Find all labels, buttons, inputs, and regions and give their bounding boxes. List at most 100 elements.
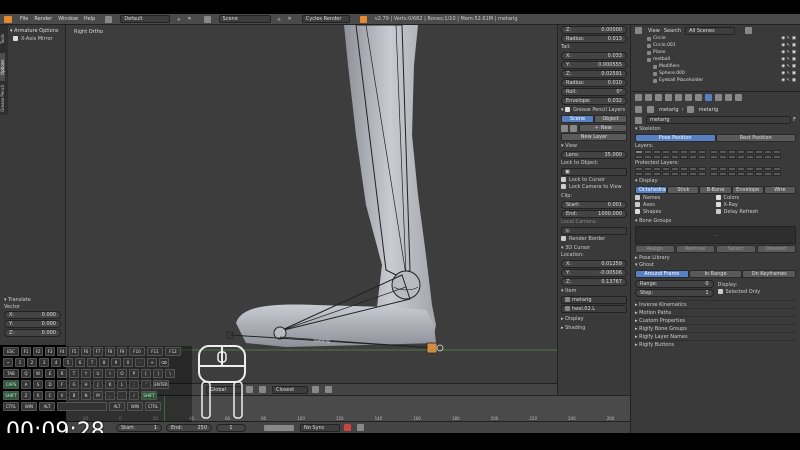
- blender-logo-icon[interactable]: [4, 15, 12, 23]
- translate-y-field[interactable]: Y: 0.000: [4, 320, 61, 328]
- play-controls-icon[interactable]: [264, 424, 294, 431]
- layer-toggle[interactable]: [671, 150, 679, 154]
- axes-checkbox[interactable]: Axes: [635, 202, 716, 209]
- tab-tools[interactable]: Tools: [0, 25, 5, 53]
- layer-toggle[interactable]: [689, 150, 697, 154]
- clip-end-field[interactable]: End: 1000.000: [561, 210, 627, 218]
- layer-toggle[interactable]: [746, 172, 754, 176]
- snap-icon[interactable]: [259, 386, 266, 393]
- ghost-step-field[interactable]: Step: 1: [635, 289, 714, 297]
- layer-toggle[interactable]: [644, 167, 652, 171]
- layer-toggle[interactable]: [719, 150, 727, 154]
- visibility-eye-icon[interactable]: ◉ ↖ ▣: [781, 35, 796, 42]
- layer-toggle[interactable]: [680, 150, 688, 154]
- layer-toggle[interactable]: [737, 167, 745, 171]
- layer-toggle[interactable]: [773, 167, 781, 171]
- envelope-button[interactable]: Envelope: [731, 186, 764, 194]
- visibility-eye-icon[interactable]: ◉ ↖ ▣: [781, 56, 796, 63]
- translate-header[interactable]: ▾ Translate: [4, 297, 61, 304]
- menu-window[interactable]: Window: [58, 16, 78, 22]
- layer-toggle[interactable]: [635, 150, 643, 154]
- bone-group-deselect-button[interactable]: Deselect: [756, 245, 796, 253]
- outliner-display-select[interactable]: All Scenes: [685, 26, 736, 35]
- item-bone-field[interactable]: heel.02.L: [561, 305, 627, 313]
- item-header[interactable]: ▾ Item: [561, 288, 627, 295]
- bone-transform-field[interactable]: Z: 0.02591: [561, 70, 627, 78]
- layer-toggle[interactable]: [680, 155, 688, 159]
- layer-toggle[interactable]: [755, 172, 763, 176]
- cursor-y-field[interactable]: Y: -0.00506: [561, 269, 627, 277]
- layer-toggle[interactable]: [635, 172, 643, 176]
- display-section-header[interactable]: ▾ Display: [635, 178, 796, 185]
- layer-toggle[interactable]: [764, 172, 772, 176]
- delay-refresh-checkbox[interactable]: Delay Refresh: [715, 209, 797, 216]
- collapsed-section-header[interactable]: ▸ Custom Properties: [635, 316, 796, 324]
- bone-transform-field[interactable]: X: 0.033: [561, 52, 627, 60]
- layer-toggle[interactable]: [746, 150, 754, 154]
- viewport-3d[interactable]: Right Ortho metarig: [66, 25, 557, 383]
- bone-tab-icon[interactable]: [715, 94, 722, 101]
- layer-toggle[interactable]: [671, 155, 679, 159]
- ghost-header[interactable]: ▾ Ghost: [635, 262, 796, 269]
- object-tab-icon[interactable]: [675, 94, 682, 101]
- gp-palette-icon[interactable]: [570, 124, 577, 132]
- modifiers-tab-icon[interactable]: [695, 94, 702, 101]
- constraints-tab-icon[interactable]: [685, 94, 692, 101]
- armature-options-header[interactable]: ▾ Armature Options: [10, 27, 64, 36]
- texture-tab-icon[interactable]: [735, 94, 742, 101]
- selected-only-checkbox[interactable]: Selected Only: [717, 288, 797, 296]
- outliner-item[interactable]: Plane ◉ ↖ ▣: [635, 49, 796, 56]
- layer-toggle[interactable]: [728, 155, 736, 159]
- layers-tab-icon[interactable]: [645, 94, 652, 101]
- bone-group-select-button[interactable]: Select: [716, 245, 756, 253]
- layer-toggle[interactable]: [719, 172, 727, 176]
- layer-toggle[interactable]: [680, 167, 688, 171]
- ghost-on-keyframes-button[interactable]: On Keyframes: [742, 270, 797, 278]
- layer-toggle[interactable]: [710, 172, 718, 176]
- layer-toggle[interactable]: [671, 172, 679, 176]
- layer-toggle[interactable]: [737, 172, 745, 176]
- render-icon[interactable]: [325, 386, 332, 393]
- search-icon[interactable]: [745, 27, 753, 34]
- 3d-cursor-header[interactable]: ▾ 3D Cursor: [561, 245, 627, 252]
- layer-toggle[interactable]: [644, 155, 652, 159]
- xray-checkbox[interactable]: X-Ray: [715, 202, 797, 209]
- sync-select[interactable]: No Sync: [300, 423, 340, 432]
- outliner-item[interactable]: Eyeball Placeholder ◉ ↖ ▣: [635, 77, 796, 84]
- layer-toggle[interactable]: [719, 167, 727, 171]
- gp-new-button[interactable]: ＋ New: [579, 124, 627, 132]
- outliner-editor-icon[interactable]: [635, 27, 642, 34]
- menu-file[interactable]: File: [20, 16, 28, 22]
- layer-toggle[interactable]: [689, 155, 697, 159]
- item-name-field[interactable]: metarig: [561, 296, 627, 304]
- layer-toggle[interactable]: [746, 167, 754, 171]
- layer-toggle[interactable]: [635, 167, 643, 171]
- local-camera-select[interactable]: ▣: [561, 227, 627, 235]
- record-icon[interactable]: [344, 424, 351, 431]
- translate-z-field[interactable]: Z: 0.000: [4, 329, 61, 337]
- collapsed-section-header[interactable]: ▸ Inverse Kinematics: [635, 300, 796, 308]
- outliner-item[interactable]: metball ◉ ↖ ▣: [635, 56, 796, 63]
- outliner-item[interactable]: Circle ◉ ↖ ▣: [635, 35, 796, 42]
- outliner-item[interactable]: Sphere.000 ◉ ↖ ▣: [635, 70, 796, 77]
- end-frame-field[interactable]: End: 250: [166, 423, 212, 432]
- layer-toggle[interactable]: [689, 167, 697, 171]
- layout-select[interactable]: Default: [120, 15, 171, 23]
- armature-name-field[interactable]: metarig: [646, 116, 792, 124]
- lock-camera-checkbox[interactable]: Lock Camera to View: [561, 184, 627, 191]
- layer-toggle[interactable]: [710, 167, 718, 171]
- layers-grid[interactable]: [635, 150, 785, 159]
- gp-object-button[interactable]: Object: [594, 115, 627, 123]
- layer-toggle[interactable]: [728, 167, 736, 171]
- bone-transform-field[interactable]: Radius: 0.010: [561, 79, 627, 87]
- bone-transform-field[interactable]: Y: 0.000555: [561, 61, 627, 69]
- layer-toggle[interactable]: [755, 167, 763, 171]
- stick-button[interactable]: Stick: [667, 186, 700, 194]
- cursor-z-field[interactable]: Z: 0.13767: [561, 278, 627, 286]
- bone-groups-header[interactable]: ▾ Bone Groups: [635, 218, 796, 225]
- gp-scene-button[interactable]: Scene: [561, 115, 594, 123]
- layer-toggle[interactable]: [653, 155, 661, 159]
- xmirror-checkbox[interactable]: X-Axis Mirror: [10, 36, 64, 43]
- bone-group-remove-button[interactable]: Remove: [675, 245, 715, 253]
- layer-toggle[interactable]: [698, 155, 706, 159]
